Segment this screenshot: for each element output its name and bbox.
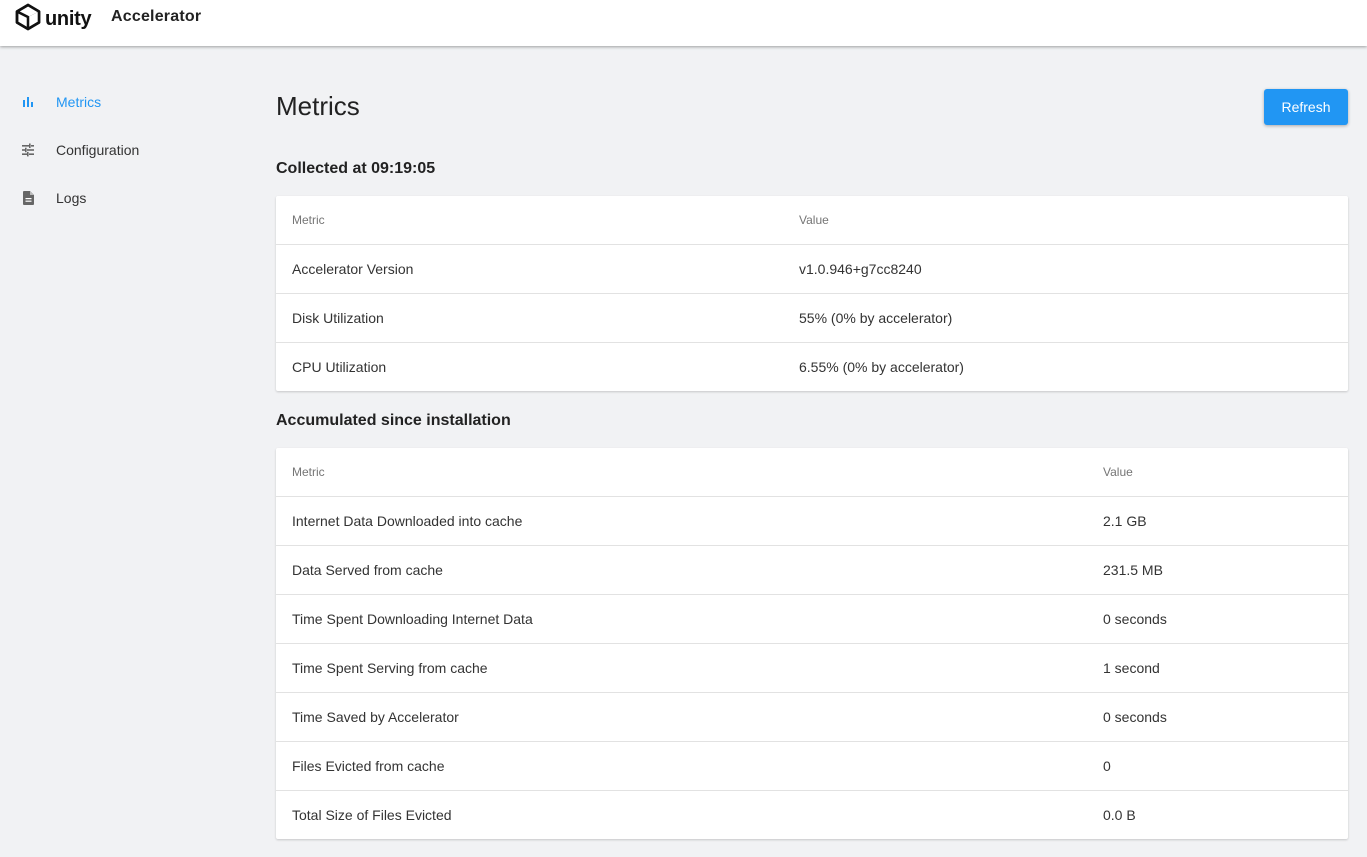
top-app-bar: unity Accelerator	[0, 0, 1367, 46]
value-cell: 6.55% (0% by accelerator)	[799, 359, 964, 375]
column-header-value: Value	[1103, 465, 1133, 479]
accumulated-metrics-table: Metric Value Internet Data Downloaded in…	[276, 448, 1348, 839]
value-cell: 0.0 B	[1103, 807, 1136, 823]
document-icon	[21, 191, 35, 205]
table-row: Data Served from cache 231.5 MB	[276, 545, 1348, 594]
table-row: Time Spent Serving from cache 1 second	[276, 643, 1348, 692]
collected-metrics-table: Metric Value Accelerator Version v1.0.94…	[276, 196, 1348, 391]
value-cell: 0 seconds	[1103, 709, 1167, 725]
sidebar-item-label: Configuration	[56, 142, 140, 158]
column-header-value: Value	[799, 213, 829, 227]
metric-cell: Internet Data Downloaded into cache	[292, 513, 523, 529]
app-title: Accelerator	[111, 8, 202, 25]
metric-cell: CPU Utilization	[292, 359, 387, 375]
unity-logo[interactable]: unity	[14, 3, 92, 36]
value-cell: 55% (0% by accelerator)	[799, 310, 953, 326]
metric-cell: Accelerator Version	[292, 261, 414, 277]
table-row: Time Spent Downloading Internet Data 0 s…	[276, 594, 1348, 643]
table-row: Files Evicted from cache 0	[276, 741, 1348, 790]
sidebar-item-configuration[interactable]: Configuration	[0, 126, 240, 174]
value-cell: v1.0.946+g7cc8240	[799, 261, 922, 277]
table-row: Internet Data Downloaded into cache 2.1 …	[276, 496, 1348, 545]
table-row: Disk Utilization 55% (0% by accelerator)	[276, 293, 1348, 342]
value-cell: 231.5 MB	[1103, 562, 1163, 578]
refresh-button[interactable]: Refresh	[1264, 89, 1348, 125]
column-header-metric: Metric	[292, 465, 325, 479]
bar-chart-icon	[21, 95, 35, 109]
table-row: Total Size of Files Evicted 0.0 B	[276, 790, 1348, 839]
unity-cube-icon	[14, 3, 42, 36]
value-cell: 2.1 GB	[1103, 513, 1147, 529]
metric-cell: Total Size of Files Evicted	[292, 807, 452, 823]
column-header-metric: Metric	[292, 213, 325, 227]
value-cell: 0	[1103, 758, 1111, 774]
page-title: Metrics	[276, 91, 360, 121]
sidebar-item-label: Logs	[56, 190, 87, 206]
value-cell: 1 second	[1103, 660, 1160, 676]
table-row: Accelerator Version v1.0.946+g7cc8240	[276, 244, 1348, 293]
table-row: CPU Utilization 6.55% (0% by accelerator…	[276, 342, 1348, 391]
sidebar-item-logs[interactable]: Logs	[0, 174, 240, 222]
metric-cell: Time Spent Serving from cache	[292, 660, 488, 676]
value-cell: 0 seconds	[1103, 611, 1167, 627]
sliders-icon	[21, 143, 35, 157]
metric-cell: Time Saved by Accelerator	[292, 709, 459, 725]
table-header-row: Metric Value	[276, 448, 1348, 496]
table-header-row: Metric Value	[276, 196, 1348, 244]
collected-section-title: Collected at 09:19:05	[276, 160, 436, 177]
table-row: Time Saved by Accelerator 0 seconds	[276, 692, 1348, 741]
sidebar-nav: Metrics Configuration Logs	[0, 78, 240, 222]
metric-cell: Data Served from cache	[292, 562, 443, 578]
brand-wordmark: unity	[45, 7, 92, 30]
metric-cell: Time Spent Downloading Internet Data	[292, 611, 533, 627]
sidebar-item-metrics[interactable]: Metrics	[0, 78, 240, 126]
accumulated-section-title: Accumulated since installation	[276, 412, 511, 429]
metric-cell: Files Evicted from cache	[292, 758, 445, 774]
sidebar-item-label: Metrics	[56, 94, 102, 110]
metric-cell: Disk Utilization	[292, 310, 384, 326]
